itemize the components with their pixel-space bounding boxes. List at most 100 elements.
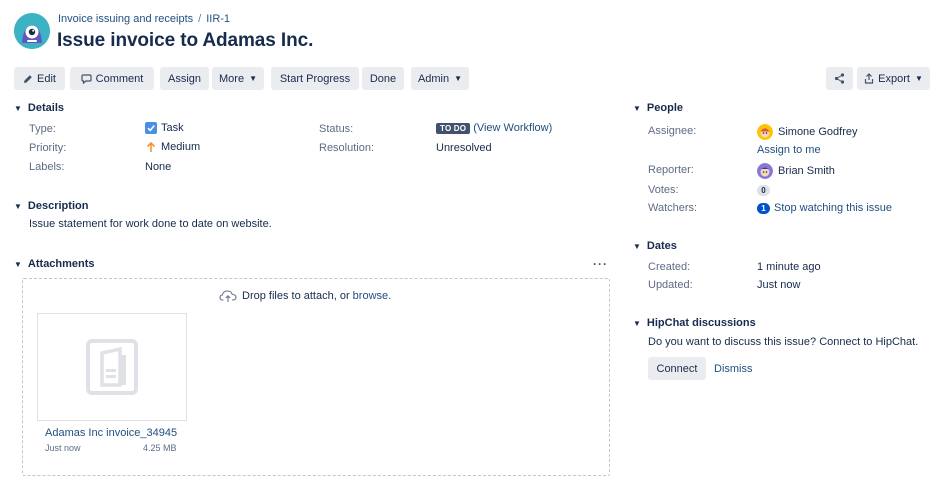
- attachment-file-name-text: Adamas Inc invoice_34945: [45, 427, 178, 439]
- people-heading: People: [646, 102, 683, 114]
- details-heading: Details: [27, 102, 64, 114]
- chevron-down-icon: ▼: [454, 74, 463, 83]
- dismiss-link[interactable]: Dismiss: [714, 363, 753, 375]
- project-avatar[interactable]: [14, 13, 50, 49]
- share-icon: [834, 73, 845, 84]
- more-button[interactable]: More ▼: [212, 67, 264, 90]
- reporter-value[interactable]: Brian Smith: [757, 163, 835, 179]
- type-label: Type:: [29, 123, 56, 135]
- status-label: Status:: [319, 123, 354, 135]
- watchers-value[interactable]: 1 Stop watching this issue: [757, 202, 892, 214]
- start-progress-button[interactable]: Start Progress: [271, 67, 359, 90]
- status-lozenge: TO DO: [436, 122, 471, 134]
- comment-icon: [81, 73, 92, 84]
- drop-files-prompt: Drop files to attach, or browse.: [219, 289, 391, 303]
- attachment-file-name[interactable]: Adamas Inc invoice_34945: [45, 427, 185, 439]
- export-button[interactable]: Export ▼: [857, 67, 930, 90]
- export-button-label: Export: [878, 72, 910, 85]
- votes-label: Votes:: [648, 184, 679, 196]
- updated-label: Updated:: [648, 279, 693, 291]
- document-icon: [86, 339, 138, 395]
- assignee-avatar: [757, 124, 773, 140]
- votes-value[interactable]: 0: [757, 184, 770, 196]
- attachments-heading: Attachments: [27, 258, 95, 270]
- type-value: Task: [145, 122, 184, 134]
- connect-button[interactable]: Connect: [648, 357, 706, 380]
- reporter-label: Reporter:: [648, 164, 694, 176]
- updated-value: Just now: [757, 279, 801, 291]
- admin-button[interactable]: Admin ▼: [411, 67, 469, 90]
- breadcrumb-separator: /: [198, 13, 202, 25]
- done-button-label: Done: [369, 72, 397, 85]
- breadcrumb: Invoice issuing and receipts / IIR-1: [58, 13, 230, 25]
- reporter-name: Brian Smith: [778, 165, 835, 177]
- assign-to-me-link[interactable]: Assign to me: [757, 144, 821, 156]
- assign-to-me-text: Assign to me: [757, 144, 821, 156]
- watchers-label: Watchers:: [648, 202, 698, 214]
- people-section-toggle[interactable]: ▼ People: [633, 102, 683, 114]
- start-progress-label: Start Progress: [279, 72, 351, 85]
- hipchat-text: Do you want to discuss this issue? Conne…: [648, 336, 919, 348]
- resolution-label: Resolution:: [319, 142, 375, 154]
- description-section-toggle[interactable]: ▼ Description: [14, 200, 88, 212]
- assignee-value[interactable]: Simone Godfrey: [757, 124, 857, 140]
- browse-link[interactable]: browse.: [353, 290, 392, 302]
- attachment-date: Just now: [45, 443, 81, 453]
- labels-value: None: [145, 161, 172, 173]
- comment-button-label: Comment: [95, 72, 144, 85]
- pencil-icon: [24, 74, 32, 83]
- reporter-avatar: [757, 163, 773, 179]
- description-heading: Description: [27, 200, 89, 212]
- created-label: Created:: [648, 261, 691, 273]
- chevron-down-icon: ▼: [14, 259, 22, 269]
- breadcrumb-project-link[interactable]: Invoice issuing and receipts: [58, 13, 193, 25]
- admin-button-label: Admin: [417, 72, 450, 85]
- votes-count-badge: 0: [757, 185, 770, 196]
- type-value-text: Task: [161, 122, 184, 134]
- dismiss-link-text: Dismiss: [714, 363, 753, 375]
- cloud-upload-icon: [219, 290, 237, 302]
- chevron-down-icon: ▼: [633, 241, 641, 251]
- breadcrumb-issue-key-link[interactable]: IIR-1: [206, 13, 230, 25]
- resolution-value: Unresolved: [436, 142, 492, 154]
- edit-button[interactable]: Edit: [14, 67, 65, 90]
- task-checkbox-icon: [145, 122, 157, 134]
- dates-section-toggle[interactable]: ▼ Dates: [633, 240, 677, 252]
- connect-button-label: Connect: [656, 362, 698, 375]
- assignee-name: Simone Godfrey: [778, 126, 858, 138]
- comment-button[interactable]: Comment: [70, 67, 154, 90]
- edit-button-label: Edit: [37, 72, 56, 85]
- status-value: TO DO (View Workflow): [436, 122, 552, 134]
- attachment-thumbnail[interactable]: [37, 313, 187, 421]
- description-text[interactable]: Issue statement for work done to date on…: [29, 218, 272, 230]
- labels-label: Labels:: [29, 161, 65, 173]
- details-section-toggle[interactable]: ▼ Details: [14, 102, 64, 114]
- dates-heading: Dates: [646, 240, 677, 252]
- priority-value: Medium: [145, 141, 200, 153]
- chevron-down-icon: ▼: [914, 74, 923, 83]
- view-workflow-link[interactable]: (View Workflow): [473, 122, 552, 134]
- file-name-fade: [185, 424, 193, 444]
- chevron-down-icon: ▼: [633, 103, 641, 113]
- drop-files-text: Drop files to attach, or: [242, 290, 350, 302]
- created-value: 1 minute ago: [757, 261, 821, 273]
- stop-watching-link[interactable]: Stop watching this issue: [774, 202, 892, 214]
- chevron-down-icon: ▼: [633, 318, 641, 328]
- chevron-down-icon: ▼: [249, 74, 257, 83]
- hipchat-heading: HipChat discussions: [646, 317, 756, 329]
- arrow-up-icon: [146, 141, 156, 152]
- hipchat-section-toggle[interactable]: ▼ HipChat discussions: [633, 317, 756, 329]
- page-title: Issue invoice to Adamas Inc.: [57, 30, 314, 51]
- export-icon: [865, 73, 874, 84]
- watchers-count-badge: 1: [757, 202, 770, 214]
- assign-button-label: Assign: [167, 72, 202, 85]
- chevron-down-icon: ▼: [14, 103, 22, 113]
- attachment-size: 4.25 MB: [143, 443, 177, 453]
- share-button[interactable]: [826, 67, 853, 90]
- attachments-section-toggle[interactable]: ▼ Attachments: [14, 258, 95, 270]
- more-button-label: More: [219, 72, 245, 85]
- priority-label: Priority:: [29, 142, 67, 154]
- done-button[interactable]: Done: [362, 67, 404, 90]
- ellipsis-icon[interactable]: ···: [593, 257, 608, 271]
- assign-button[interactable]: Assign: [160, 67, 209, 90]
